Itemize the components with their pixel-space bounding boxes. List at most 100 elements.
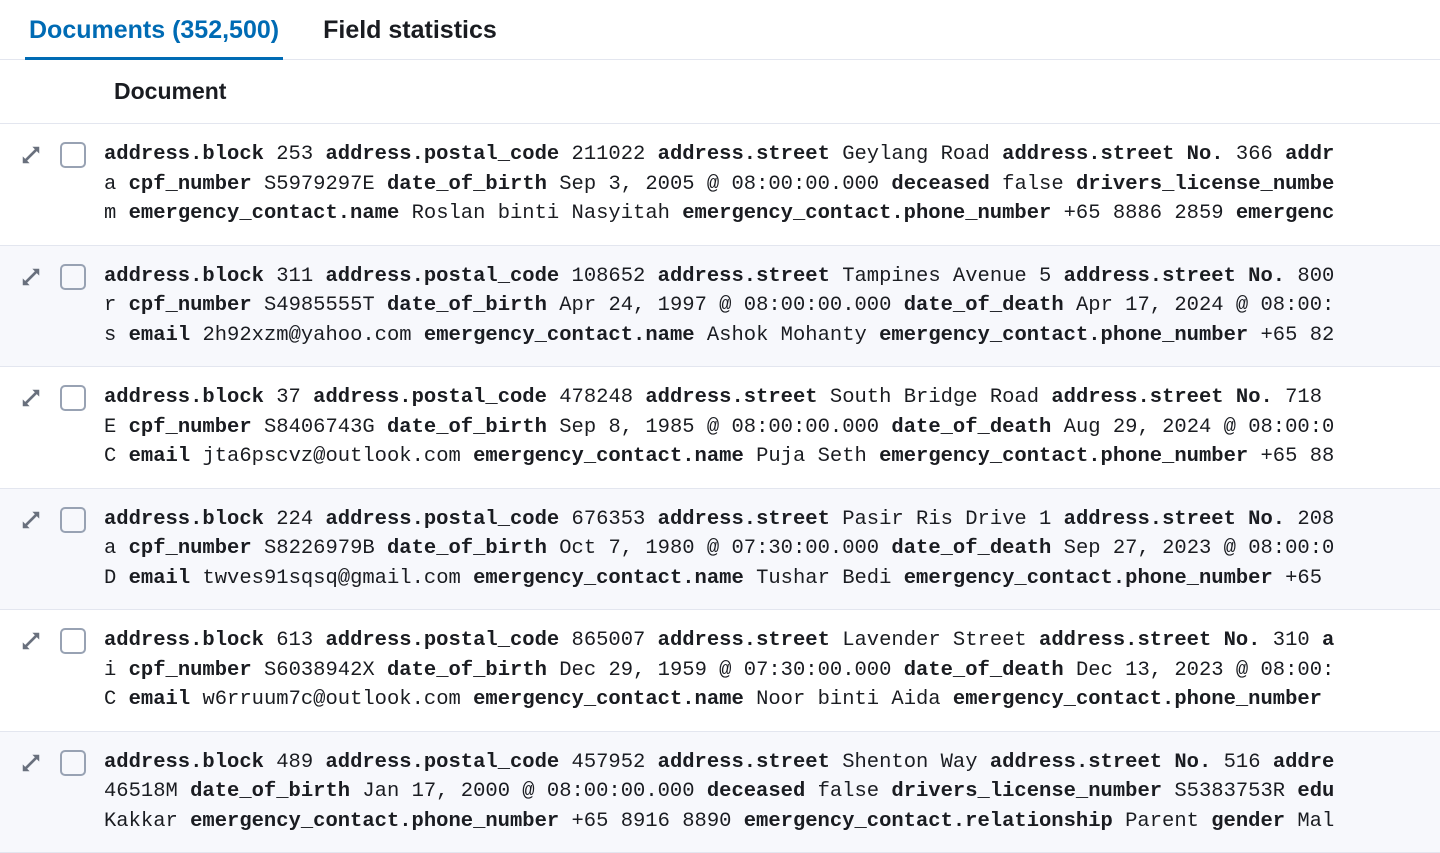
field-name: address.street [658,265,830,288]
document-summary: address.block 489 address.postal_code 45… [104,748,1440,837]
field-name: deceased [707,780,805,803]
field-name: cpf_number [129,537,252,560]
field-name: date_of_death [904,659,1064,682]
field-name: address.street No. [1064,265,1285,288]
row-checkbox[interactable] [60,507,86,533]
document-summary: address.block 224 address.postal_code 67… [104,505,1440,594]
field-value: 311 [276,265,313,288]
table-row: address.block 311 address.postal_code 10… [0,246,1440,368]
tab-documents[interactable]: Documents (352,500) [25,8,283,59]
field-value: Tushar Bedi [756,567,891,590]
expand-icon[interactable] [20,266,42,288]
field-name: cpf_number [129,416,252,439]
field-name: address.street [658,143,830,166]
field-name: emergency_contact.name [473,445,744,468]
document-summary: address.block 311 address.postal_code 10… [104,262,1440,351]
table-row: address.block 37 address.postal_code 478… [0,367,1440,489]
field-value: Apr 24, 1997 @ 08:00:00.000 [559,294,891,317]
field-value: 478248 [559,386,633,409]
field-value: Pasir Ris Drive 1 [842,508,1051,531]
document-summary: address.block 37 address.postal_code 478… [104,383,1440,472]
field-name: address.street [658,751,830,774]
field-value: 613 [276,629,313,652]
field-name: address.street No. [1002,143,1223,166]
field-name: addr [1285,143,1334,166]
field-name: address.block [104,143,264,166]
expand-icon[interactable] [20,630,42,652]
field-name: emergency_contact.relationship [744,810,1113,833]
field-value: D [104,567,116,590]
field-name: emergency_contact.phone_number [953,688,1322,711]
field-name: emergency_contact.phone_number [682,202,1051,225]
field-value: E [104,416,116,439]
field-name: drivers_license_numbe [1076,173,1334,196]
field-name: emergenc [1236,202,1334,225]
expand-icon[interactable] [20,509,42,531]
field-name: address.block [104,386,264,409]
field-value: 2h92xzm@yahoo.com [202,324,411,347]
row-checkbox[interactable] [60,264,86,290]
field-value: Noor binti Aida [756,688,941,711]
field-value: C [104,445,116,468]
expand-icon[interactable] [20,144,42,166]
row-checkbox[interactable] [60,750,86,776]
row-checkbox[interactable] [60,628,86,654]
field-value: i [104,659,116,682]
field-value: 310 [1273,629,1310,652]
field-name: date_of_birth [387,173,547,196]
field-value: 366 [1236,143,1273,166]
field-value: S8406743G [264,416,375,439]
row-checkbox[interactable] [60,142,86,168]
field-value: Ashok Mohanty [707,324,867,347]
field-value: Oct 7, 1980 @ 07:30:00.000 [559,537,879,560]
field-name: address.block [104,629,264,652]
field-name: address.street No. [1064,508,1285,531]
field-name: emergency_contact.phone_number [904,567,1273,590]
field-value: +65 [1285,567,1322,590]
row-checkbox[interactable] [60,385,86,411]
field-value: +65 82 [1261,324,1335,347]
field-name: address.block [104,508,264,531]
field-value: Kakkar [104,810,178,833]
field-name: deceased [891,173,989,196]
field-value: +65 8916 8890 [572,810,732,833]
field-name: email [129,567,191,590]
field-name: address.block [104,265,264,288]
field-name: address.postal_code [325,629,559,652]
tab-field-statistics[interactable]: Field statistics [319,8,501,59]
field-name: cpf_number [129,173,252,196]
field-value: Sep 8, 1985 @ 08:00:00.000 [559,416,879,439]
field-value: m [104,202,116,225]
field-name: address.block [104,751,264,774]
field-name: date_of_death [891,537,1051,560]
field-value: Roslan binti Nasyitah [412,202,670,225]
field-name: date_of_birth [387,294,547,317]
field-name: address.postal_code [313,386,547,409]
field-name: address.postal_code [325,751,559,774]
field-value: Lavender Street [842,629,1027,652]
field-value: 457952 [572,751,646,774]
field-value: 516 [1224,751,1261,774]
field-value: S8226979B [264,537,375,560]
field-value: Shenton Way [842,751,977,774]
expand-icon[interactable] [20,387,42,409]
field-value: Parent [1125,810,1199,833]
column-header-document: Document [114,78,226,105]
field-value: w6rruum7c@outlook.com [202,688,460,711]
field-name: address.postal_code [325,265,559,288]
field-value: S5383753R [1174,780,1285,803]
field-value: S4985555T [264,294,375,317]
field-value: Dec 13, 2023 @ 08:00: [1076,659,1334,682]
field-name: date_of_birth [190,780,350,803]
field-name: emergency_contact.name [473,688,744,711]
field-name: date_of_death [891,416,1051,439]
document-summary: address.block 613 address.postal_code 86… [104,626,1440,715]
field-value: r [104,294,116,317]
field-value: +65 8886 2859 [1064,202,1224,225]
field-name: address.postal_code [325,508,559,531]
expand-icon[interactable] [20,752,42,774]
field-name: emergency_contact.phone_number [879,324,1248,347]
field-value: 676353 [572,508,646,531]
field-value: Tampines Avenue 5 [842,265,1051,288]
field-value: Geylang Road [842,143,990,166]
